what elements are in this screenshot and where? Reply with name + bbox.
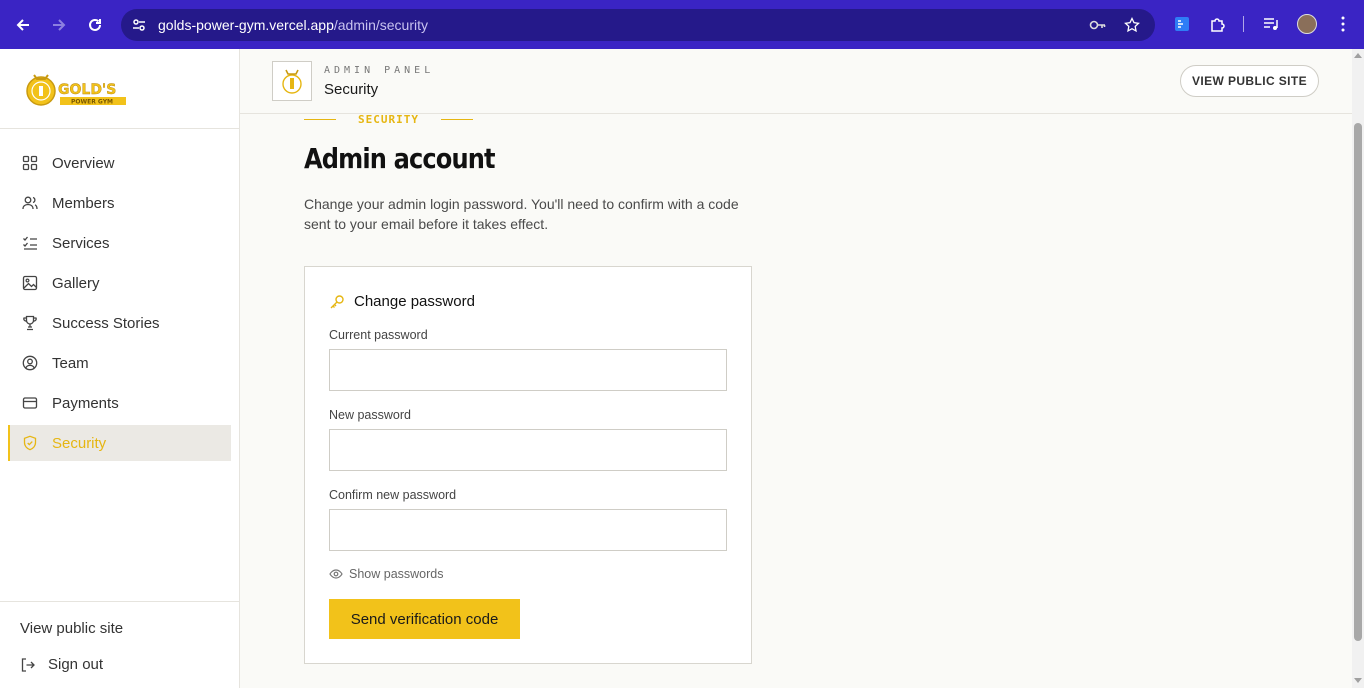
arrow-left-icon <box>16 19 29 31</box>
key-icon[interactable] <box>1089 17 1107 33</box>
sidebar: GOLD'S POWER GYM Overview Members Servic… <box>0 49 240 688</box>
eyebrow-line <box>440 119 473 120</box>
eye-icon <box>329 569 343 579</box>
current-password-label: Current password <box>329 328 428 342</box>
gym-emblem-icon <box>282 69 302 94</box>
confirm-password-field[interactable] <box>329 509 727 551</box>
current-password-field[interactable] <box>329 349 727 391</box>
sidebar-footer: View public site Sign out <box>0 601 239 688</box>
user-circle-icon <box>22 355 38 371</box>
sidebar-brand: GOLD'S POWER GYM <box>0 49 239 129</box>
show-passwords-label: Show passwords <box>349 567 444 581</box>
profile-avatar[interactable] <box>1297 14 1317 34</box>
more-menu-icon[interactable] <box>1334 15 1352 33</box>
sidebar-item-label: Success Stories <box>52 314 160 332</box>
view-public-site-label: View public site <box>20 620 124 637</box>
header-title: Security <box>324 81 379 98</box>
card-heading-text: Change password <box>354 293 475 310</box>
sidebar-item-label: Gallery <box>52 274 100 292</box>
confirm-password-label: Confirm new password <box>329 488 457 502</box>
credit-card-icon <box>22 397 38 409</box>
sidebar-item-team[interactable]: Team <box>8 345 231 381</box>
sidebar-item-services[interactable]: Services <box>8 225 231 261</box>
list-check-icon <box>23 236 37 250</box>
change-password-card: Change password Current password New pas… <box>304 266 752 664</box>
trophy-icon <box>23 315 37 331</box>
sidebar-item-label: Team <box>52 354 89 372</box>
sign-out-link[interactable]: Sign out <box>20 656 103 673</box>
grid-icon <box>22 155 38 171</box>
sidebar-item-overview[interactable]: Overview <box>8 145 231 181</box>
page-title: Admin account <box>304 142 496 175</box>
logo-subtext: POWER GYM <box>71 99 113 106</box>
sign-out-icon <box>21 657 35 672</box>
forward-button[interactable] <box>47 13 71 37</box>
image-icon <box>22 275 38 291</box>
section-eyebrow: SECURITY <box>304 113 473 126</box>
view-public-site-link[interactable]: View public site <box>20 620 123 637</box>
url-text: golds-power-gym.vercel.app/admin/securit… <box>158 17 428 33</box>
arrow-right-icon <box>53 19 66 31</box>
sidebar-item-label: Services <box>52 234 110 252</box>
sidebar-nav: Overview Members Services Gallery Succes… <box>8 145 231 465</box>
star-icon[interactable] <box>1123 17 1141 33</box>
header-logo <box>272 61 312 101</box>
admin-header: ADMIN PANEL Security VIEW PUBLIC SITE <box>240 49 1352 114</box>
scroll-up-arrow[interactable] <box>1354 53 1362 58</box>
view-public-site-button[interactable]: VIEW PUBLIC SITE <box>1180 65 1319 97</box>
scrollbar-thumb[interactable] <box>1354 123 1362 641</box>
url-path: /admin/security <box>333 17 429 33</box>
sidebar-item-label: Members <box>52 194 115 212</box>
site-settings-icon[interactable] <box>131 17 147 33</box>
address-bar[interactable]: golds-power-gym.vercel.app/admin/securit… <box>121 9 1155 41</box>
reload-button[interactable] <box>83 13 107 37</box>
url-host: golds-power-gym.vercel.app <box>158 17 334 33</box>
send-verification-code-button[interactable]: Send verification code <box>329 599 520 639</box>
sidebar-item-label: Payments <box>52 394 119 412</box>
eyebrow-line <box>304 119 336 120</box>
new-password-label: New password <box>329 408 411 422</box>
sidebar-item-success-stories[interactable]: Success Stories <box>8 305 231 341</box>
sidebar-item-label: Overview <box>52 154 115 172</box>
logo-text: GOLD'S <box>58 82 116 98</box>
puzzle-icon[interactable] <box>1209 15 1227 33</box>
header-kicker: ADMIN PANEL <box>324 65 435 76</box>
extension-icon[interactable] <box>1173 15 1191 33</box>
page-description: Change your admin login password. You'll… <box>304 196 739 232</box>
new-password-field[interactable] <box>329 429 727 471</box>
show-passwords-toggle[interactable]: Show passwords <box>329 567 444 581</box>
card-heading: Change password <box>329 293 475 310</box>
sidebar-item-label: Security <box>52 434 107 452</box>
golds-gym-logo[interactable]: GOLD'S POWER GYM <box>24 67 128 111</box>
eyebrow-text: SECURITY <box>358 113 419 126</box>
sign-out-label: Sign out <box>48 656 104 673</box>
sidebar-item-payments[interactable]: Payments <box>8 385 231 421</box>
reload-icon <box>89 18 101 31</box>
sidebar-item-gallery[interactable]: Gallery <box>8 265 231 301</box>
browser-toolbar: golds-power-gym.vercel.app/admin/securit… <box>0 0 1364 49</box>
key-icon <box>330 294 344 308</box>
scroll-down-arrow[interactable] <box>1354 678 1362 683</box>
users-icon <box>22 196 38 210</box>
media-control-icon[interactable] <box>1262 15 1280 33</box>
shield-icon <box>23 435 37 451</box>
sidebar-item-members[interactable]: Members <box>8 185 231 221</box>
back-button[interactable] <box>11 13 35 37</box>
sidebar-item-security[interactable]: Security <box>8 425 231 461</box>
toolbar-divider <box>1243 16 1244 32</box>
